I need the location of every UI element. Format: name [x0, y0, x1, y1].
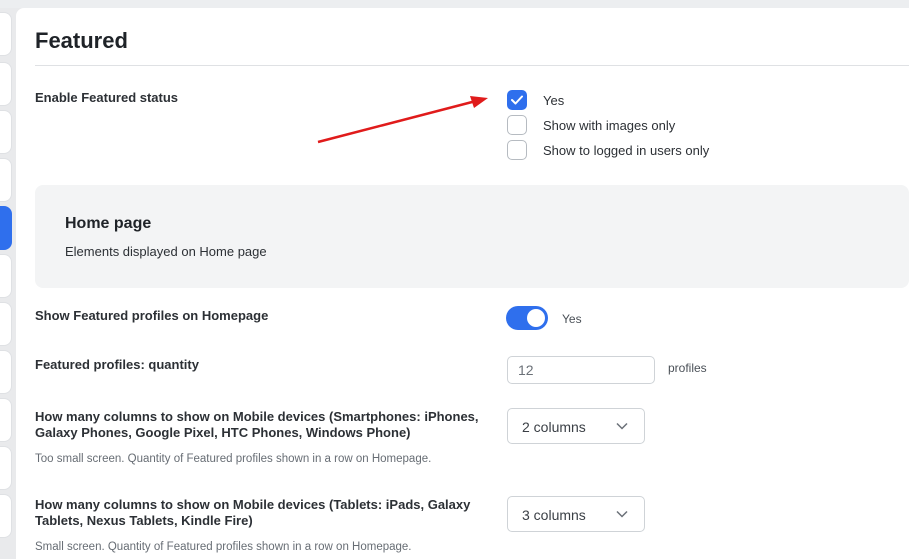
tablet-columns-label-line2: Tablets, Nexus Tablets, Kindle Fire): [35, 513, 253, 528]
side-tab[interactable]: [0, 446, 12, 490]
option-yes-label: Yes: [543, 93, 565, 108]
side-tab[interactable]: [0, 12, 12, 56]
side-tab[interactable]: [0, 254, 12, 298]
tablet-columns-help: Small screen. Quantity of Featured profi…: [35, 541, 412, 553]
mobile-columns-help: Too small screen. Quantity of Featured p…: [35, 453, 432, 465]
quantity-label: Featured profiles: quantity: [35, 357, 199, 372]
checkbox-yes[interactable]: [507, 90, 527, 110]
toggle-value-label: Yes: [562, 312, 582, 326]
mobile-columns-label-line1: How many columns to show on Mobile devic…: [35, 409, 479, 424]
enable-featured-label: Enable Featured status: [35, 90, 179, 105]
side-tab[interactable]: [0, 494, 12, 538]
tablet-columns-select[interactable]: 3 columns: [507, 496, 645, 532]
vertical-tab-strip: [0, 8, 12, 559]
side-tab[interactable]: [0, 350, 12, 394]
show-featured-home-label: Show Featured profiles on Homepage: [35, 308, 269, 323]
chevron-down-icon: [616, 422, 628, 430]
side-tab[interactable]: [0, 398, 12, 442]
side-tab[interactable]: [0, 302, 12, 346]
quantity-input[interactable]: [507, 356, 655, 384]
mobile-columns-selected: 2 columns: [522, 419, 586, 435]
side-tab[interactable]: [0, 158, 12, 202]
checkbox-images-only[interactable]: [507, 115, 527, 135]
toggle-knob: [527, 309, 545, 327]
option-images-only-label: Show with images only: [543, 118, 676, 133]
side-tab-active[interactable]: [0, 206, 12, 250]
annotation-arrow-icon: [317, 96, 488, 144]
home-page-card: Home page Elements displayed on Home pag…: [35, 185, 909, 288]
side-tab[interactable]: [0, 62, 12, 106]
tablet-columns-label-line1: How many columns to show on Mobile devic…: [35, 497, 471, 512]
show-featured-toggle[interactable]: [506, 306, 548, 330]
top-bar: [0, 0, 909, 8]
checkmark-icon: [511, 95, 523, 105]
settings-panel: Featured Enable Featured status Yes Show…: [16, 8, 909, 559]
option-logged-in-label: Show to logged in users only: [543, 143, 710, 158]
quantity-suffix: profiles: [668, 361, 707, 375]
tablet-columns-selected: 3 columns: [522, 507, 586, 523]
mobile-columns-label-line2: Galaxy Phones, Google Pixel, HTC Phones,…: [35, 425, 411, 440]
card-title: Home page: [65, 215, 152, 232]
side-tab[interactable]: [0, 110, 12, 154]
section-title: Featured: [35, 28, 128, 53]
mobile-columns-select[interactable]: 2 columns: [507, 408, 645, 444]
card-subtitle: Elements displayed on Home page: [65, 244, 267, 259]
chevron-down-icon: [616, 510, 628, 518]
divider: [35, 65, 909, 66]
checkbox-logged-in-only[interactable]: [507, 140, 527, 160]
